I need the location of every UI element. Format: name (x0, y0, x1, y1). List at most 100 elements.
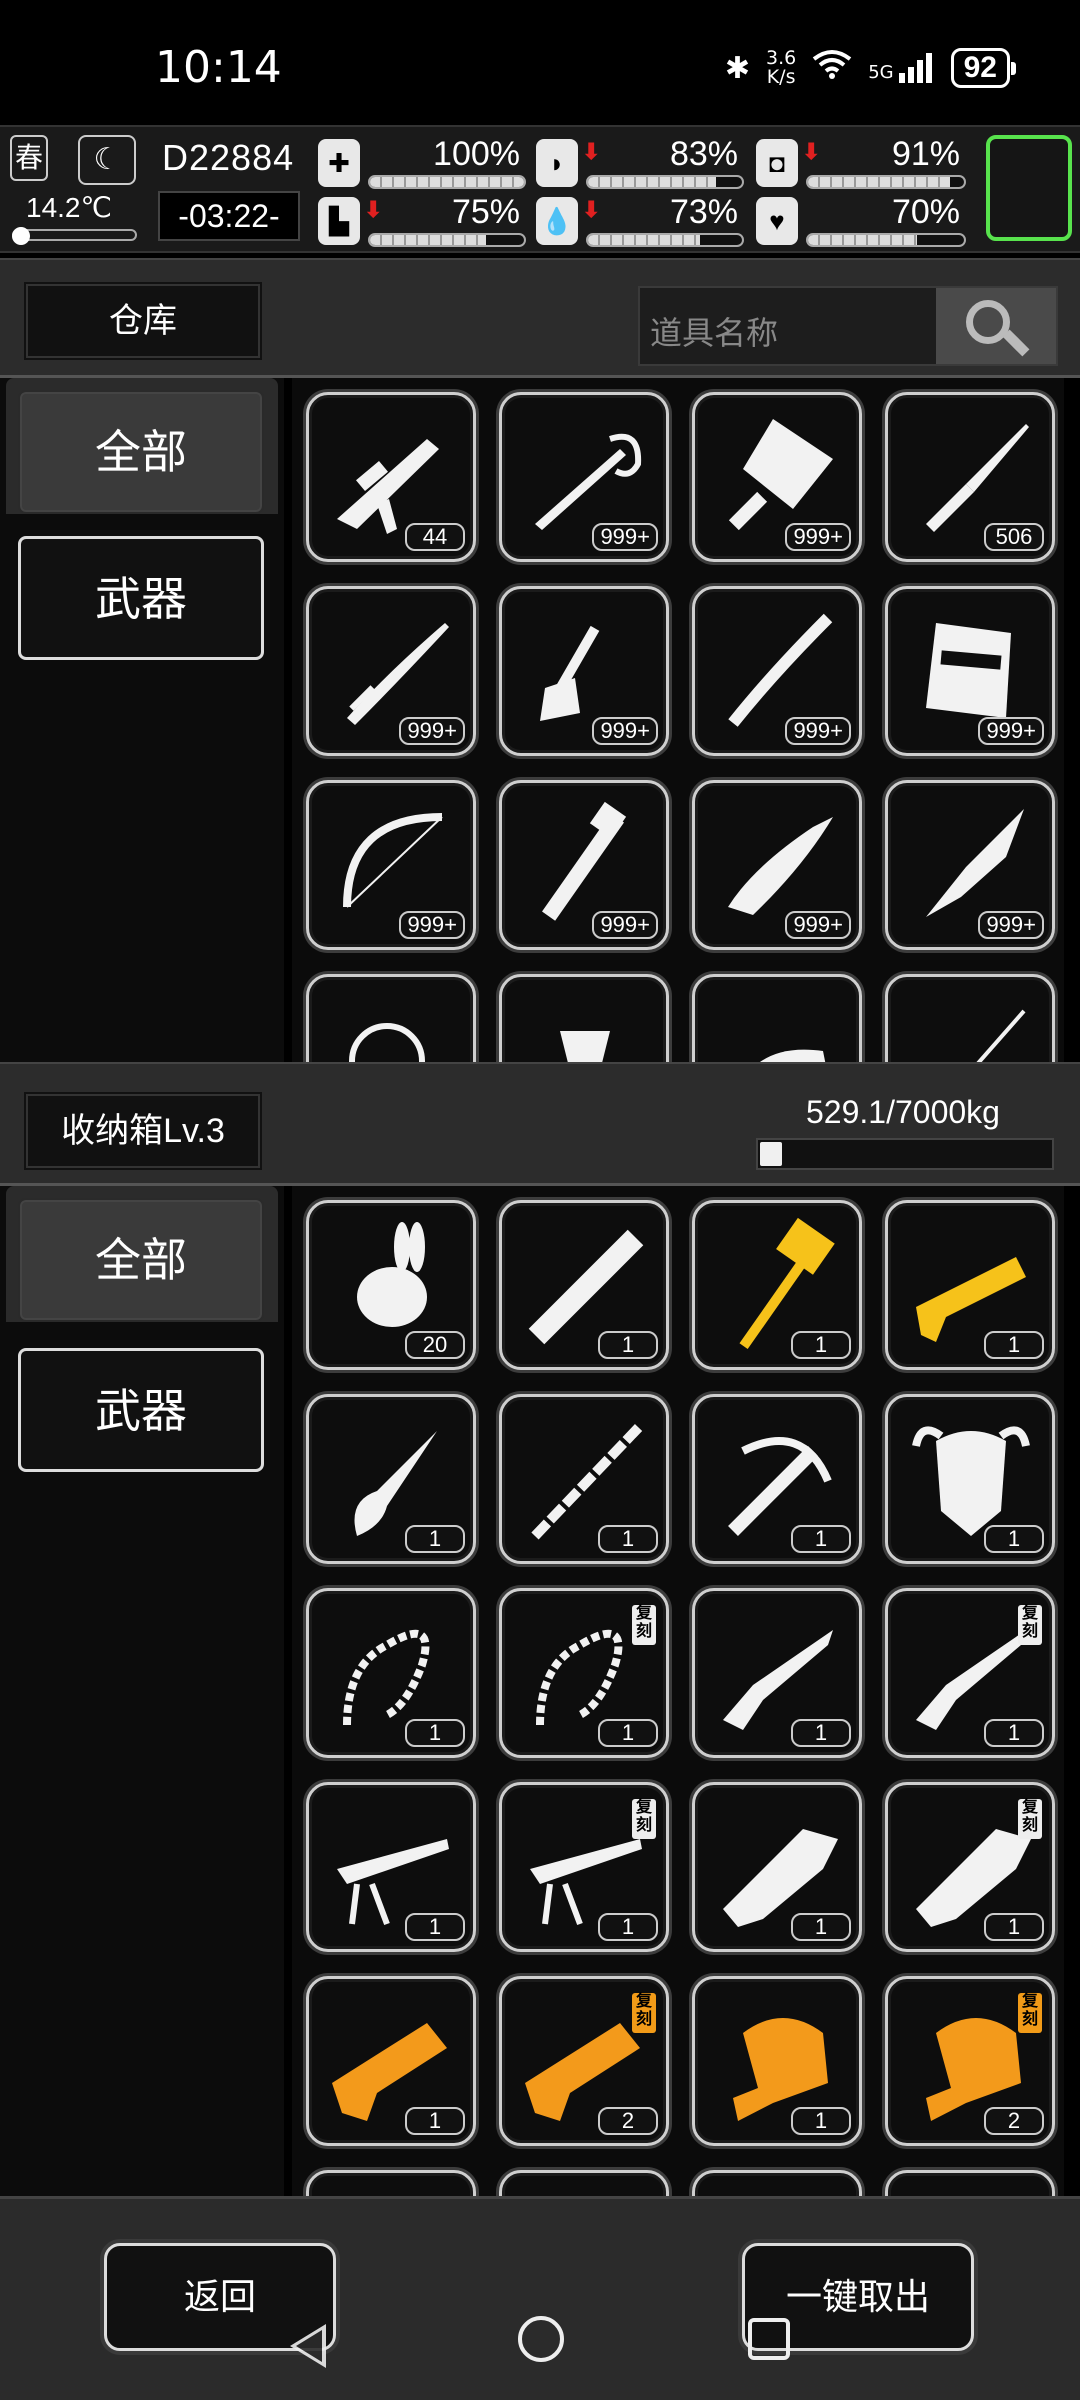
item-slot[interactable]: 1 (692, 1976, 862, 2146)
bluetooth-icon: ✱ (724, 50, 750, 86)
item-slot[interactable]: 1 (885, 1394, 1055, 1564)
item-slot[interactable]: 1 (306, 1588, 476, 1758)
item-slot[interactable]: 1 (692, 1588, 862, 1758)
item-slot[interactable] (306, 2170, 476, 2196)
item-icon (713, 2187, 847, 2196)
stat-value: 100% (433, 135, 520, 173)
nav-back-icon[interactable] (290, 2324, 326, 2368)
stat-bar-fill (370, 235, 486, 245)
item-slot[interactable]: 20 (306, 1200, 476, 1370)
heart-icon: ♥ (756, 197, 798, 245)
item-slot[interactable]: 2 复刻 (885, 1976, 1055, 2146)
item-slot[interactable]: 1 复刻 (499, 1588, 669, 1758)
equipped-slot[interactable] (986, 135, 1072, 241)
stat-value: 70% (891, 193, 960, 231)
temperature: 14.2℃ (26, 192, 112, 223)
storage-header: 收纳箱Lv.3 529.1/7000kg (0, 1062, 1080, 1186)
item-slot[interactable]: 2 复刻 (499, 1976, 669, 2146)
item-count: 1 (984, 1719, 1044, 1747)
item-count: 1 (405, 1913, 465, 1941)
storage-cat-weapons[interactable]: 武器 (18, 1348, 264, 1472)
stat-bar-fill (808, 235, 918, 245)
decrease-arrow-icon: ⬇ (582, 139, 601, 164)
item-count: 999+ (592, 717, 658, 745)
item-slot[interactable]: 999+ (499, 392, 669, 562)
item-slot[interactable] (692, 2170, 862, 2196)
clock-time: 10:14 (155, 42, 282, 93)
item-slot[interactable]: 999+ (692, 586, 862, 756)
item-slot[interactable]: 1 复刻 (885, 1588, 1055, 1758)
item-slot[interactable] (692, 974, 862, 1062)
replica-badge: 复刻 (632, 1605, 656, 1645)
item-slot[interactable]: 1 (306, 1782, 476, 1952)
item-count: 1 (984, 1331, 1044, 1359)
search-button[interactable] (936, 288, 1056, 364)
item-slot[interactable]: 1 (692, 1782, 862, 1952)
warehouse-cat-weapons[interactable]: 武器 (18, 536, 264, 660)
item-slot[interactable]: 1 (885, 1200, 1055, 1370)
item-count: 1 (598, 1525, 658, 1553)
item-slot[interactable]: 999+ (885, 780, 1055, 950)
item-count: 999+ (978, 717, 1044, 745)
stat-bar (368, 233, 526, 247)
item-slot[interactable]: 506 (885, 392, 1055, 562)
storage-cat-all[interactable]: 全部 (18, 1198, 264, 1322)
storage-weight: 529.1/7000kg (806, 1094, 1000, 1130)
item-slot[interactable]: 999+ (499, 780, 669, 950)
item-slot[interactable]: 1 (692, 1394, 862, 1564)
stat-value: 73% (669, 193, 738, 231)
item-slot[interactable] (885, 2170, 1055, 2196)
item-count: 1 (984, 1913, 1044, 1941)
item-slot[interactable]: 999+ (692, 780, 862, 950)
item-slot[interactable] (499, 2170, 669, 2196)
warehouse-header: 仓库 道具名称 (0, 258, 1080, 378)
nav-recents-icon[interactable] (748, 2318, 790, 2360)
item-icon (327, 2187, 461, 2196)
item-slot[interactable] (499, 974, 669, 1062)
item-slot[interactable]: 1 (499, 1394, 669, 1564)
replica-badge: 复刻 (632, 1799, 656, 1839)
item-slot[interactable]: 999+ (306, 586, 476, 756)
item-count: 44 (405, 523, 465, 551)
item-count: 999+ (978, 911, 1044, 939)
item-count: 999+ (399, 717, 465, 745)
item-slot[interactable]: 1 (306, 1976, 476, 2146)
item-count: 1 (791, 2107, 851, 2135)
storage-item-grid: 20 1 1 1 1 1 1 1 1 1 复刻 1 1 复刻 1 1 复刻 1 1 复刻 1 2 复刻 1 2 复刻 (292, 1186, 1064, 2196)
item-slot[interactable]: 999+ (885, 586, 1055, 756)
item-slot[interactable]: 999+ (499, 586, 669, 756)
item-slot[interactable]: 1 (692, 1200, 862, 1370)
battery-icon: 92 (950, 48, 1017, 88)
item-count: 1 (405, 2107, 465, 2135)
moon-icon: ☾ (78, 135, 136, 185)
network-type: 5G (868, 62, 894, 83)
item-count: 2 (984, 2107, 1044, 2135)
item-slot[interactable] (885, 974, 1055, 1062)
search-input[interactable]: 道具名称 (650, 308, 778, 354)
stat-health: ✚ 100% (318, 135, 526, 191)
item-slot[interactable] (306, 974, 476, 1062)
item-count: 999+ (785, 523, 851, 551)
stat-bar (806, 233, 966, 247)
item-slot[interactable]: 999+ (692, 392, 862, 562)
item-slot[interactable]: 1 复刻 (885, 1782, 1055, 1952)
storage-weight-fill (760, 1142, 783, 1166)
storage-weight-bar (756, 1138, 1054, 1170)
stat-bar (806, 175, 966, 189)
warehouse-cat-all[interactable]: 全部 (18, 390, 264, 514)
item-icon (906, 2187, 1040, 2196)
item-slot[interactable]: 1 复刻 (499, 1782, 669, 1952)
temperature-bar (12, 227, 137, 245)
stat-bar-fill (808, 177, 950, 187)
nav-home-icon[interactable] (518, 2316, 564, 2362)
item-slot[interactable]: 44 (306, 392, 476, 562)
item-count: 1 (405, 1525, 465, 1553)
item-slot[interactable]: 1 (499, 1200, 669, 1370)
item-slot[interactable]: 999+ (306, 780, 476, 950)
item-slot[interactable]: 1 (306, 1394, 476, 1564)
stat-value: 75% (451, 193, 520, 231)
warehouse-item-grid: 44 999+ 999+ 506 999+ 999+ 999+ 999+ 999+ 999+ 999… (292, 378, 1064, 1062)
replica-badge: 复刻 (1018, 1799, 1042, 1839)
stat-value: 83% (669, 135, 738, 173)
search-box[interactable]: 道具名称 (638, 286, 1058, 366)
